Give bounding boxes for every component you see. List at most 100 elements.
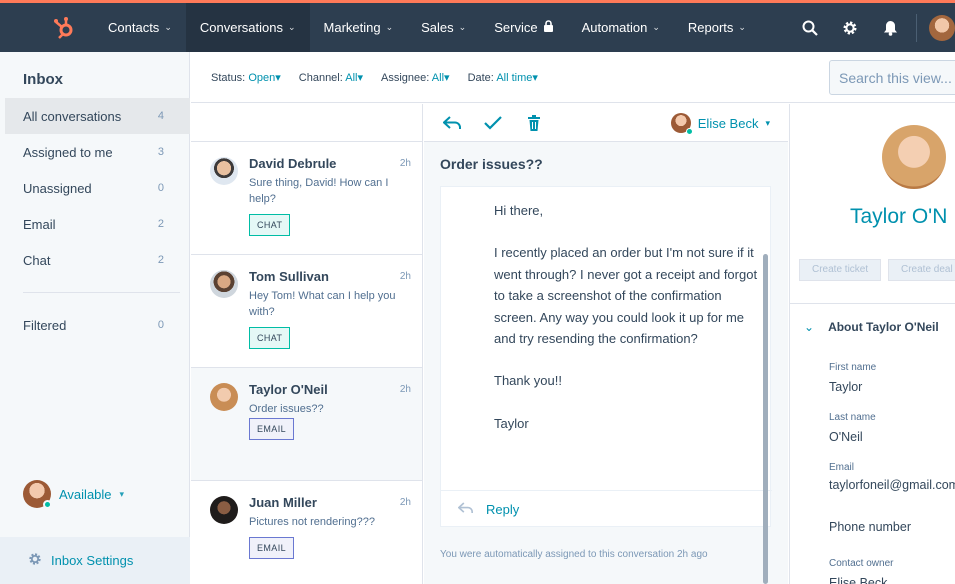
nav-marketing[interactable]: Marketing ⌄ <box>310 3 408 52</box>
last-name-value[interactable]: O'Neil <box>829 430 863 444</box>
view-label: All conversations <box>23 108 122 124</box>
chevron-down-icon: ⌄ <box>164 22 172 32</box>
conversation-time: 2h <box>399 158 411 169</box>
conversation-contact-name: David Debrule <box>249 156 337 171</box>
top-navigation: Contacts ⌄ Conversations ⌄ Marketing ⌄ S… <box>0 0 955 52</box>
inbox-settings-link[interactable]: Inbox Settings <box>0 537 190 584</box>
thread-scrollbar[interactable] <box>763 254 768 584</box>
available-status-dot <box>685 128 693 135</box>
field-label: Contact owner <box>829 558 894 569</box>
checkmark-icon[interactable] <box>483 113 503 133</box>
contact-owner-value[interactable]: Elise Beck <box>829 576 887 584</box>
conversation-list-header <box>191 104 422 142</box>
conversation-preview: Sure thing, David! How can I help? <box>249 177 389 205</box>
conversation-item[interactable]: David Debrule 2h Sure thing, David! How … <box>191 142 422 255</box>
search-icon[interactable] <box>790 3 830 52</box>
create-deal-button[interactable]: Create deal <box>888 259 955 281</box>
agent-avatar <box>23 480 52 509</box>
phone-number-label[interactable]: Phone number <box>829 520 911 534</box>
availability-label: Available <box>59 486 112 502</box>
about-section-toggle[interactable]: ⌄ About Taylor O'Neil <box>804 320 939 334</box>
create-ticket-button[interactable]: Create ticket <box>799 259 882 281</box>
conversation-thread: Elise Beck ▾ Order issues?? Hi there, I … <box>424 104 788 584</box>
status-filter[interactable]: Status: Open▾ <box>211 71 281 84</box>
view-count: 0 <box>157 182 164 194</box>
email-value[interactable]: taylorfoneil@gmail.com <box>829 478 955 492</box>
thread-subject: Order issues?? <box>440 156 543 172</box>
main-menu: Contacts ⌄ Conversations ⌄ Marketing ⌄ S… <box>94 3 760 52</box>
gear-icon <box>28 552 42 569</box>
contact-sidebar: Taylor O'N Create ticket Create deal ⌄ A… <box>789 104 955 584</box>
caret-down-icon: ▾ <box>275 71 281 84</box>
filter-label: Date: <box>467 71 494 84</box>
assignee-filter[interactable]: Assignee: All▾ <box>381 71 450 84</box>
assignee-selector[interactable]: Elise Beck ▾ <box>670 113 770 135</box>
view-all-conversations[interactable]: All conversations 4 <box>5 98 190 134</box>
view-label: Assigned to me <box>23 144 113 160</box>
conversation-contact-name: Juan Miller <box>249 495 317 510</box>
date-filter[interactable]: Date: All time▾ <box>468 71 538 84</box>
conversation-item[interactable]: Tom Sullivan 2h Hey Tom! What can I help… <box>191 255 422 368</box>
inbox-title: Inbox <box>23 71 63 88</box>
nav-reports-label: Reports <box>687 20 734 35</box>
field-label: Email <box>829 462 855 473</box>
nav-conversations[interactable]: Conversations ⌄ <box>185 3 310 52</box>
conversation-time: 2h <box>399 497 411 508</box>
hubspot-logo-icon[interactable] <box>36 3 92 52</box>
conversation-item[interactable]: Juan Miller 2h Pictures not rendering???… <box>191 481 422 584</box>
caret-down-icon: ▾ <box>444 71 450 84</box>
channel-badge: EMAIL <box>249 418 295 440</box>
channel-badge: EMAIL <box>249 537 295 559</box>
available-status-dot <box>43 500 52 509</box>
availability-toggle[interactable]: Available ▾ <box>23 480 124 509</box>
view-count: 4 <box>157 110 164 122</box>
first-name-value[interactable]: Taylor <box>829 380 862 394</box>
conversation-contact-name: Tom Sullivan <box>249 269 329 284</box>
view-count: 0 <box>157 319 164 331</box>
view-count: 2 <box>157 254 164 266</box>
conversation-time: 2h <box>399 384 411 395</box>
trash-icon[interactable] <box>524 113 544 133</box>
nav-reports[interactable]: Reports ⌄ <box>674 3 760 52</box>
view-filtered[interactable]: Filtered 0 <box>5 307 190 343</box>
view-label: Unassigned <box>23 180 92 196</box>
filter-value: All time <box>496 71 533 84</box>
reply-button[interactable]: Reply <box>441 490 772 528</box>
assignee-avatar <box>670 113 693 135</box>
user-avatar[interactable] <box>929 14 955 41</box>
contact-avatar <box>210 270 238 298</box>
conversation-preview: Hey Tom! What can I help you with? <box>249 290 396 318</box>
field-label: First name <box>829 362 877 373</box>
assignee-name: Elise Beck <box>697 115 759 131</box>
about-heading: About Taylor O'Neil <box>828 320 939 334</box>
nav-sales[interactable]: Sales ⌄ <box>407 3 480 52</box>
view-assigned-to-me[interactable]: Assigned to me 3 <box>5 134 190 170</box>
bell-icon[interactable] <box>870 3 910 52</box>
view-label: Filtered <box>23 317 67 333</box>
inbox-views: All conversations 4 Assigned to me 3 Una… <box>5 98 190 343</box>
nav-divider <box>916 13 917 42</box>
conversation-item[interactable]: Taylor O'Neil 2h Order issues?? EMAIL <box>191 368 422 481</box>
gear-icon[interactable] <box>830 3 870 52</box>
inbox-sidebar: Inbox All conversations 4 Assigned to me… <box>0 52 190 584</box>
view-email[interactable]: Email 2 <box>5 206 190 242</box>
message-paragraph: Thank you!! <box>494 373 562 389</box>
assignment-note: You were automatically assigned to this … <box>440 549 708 560</box>
filter-value: Open <box>248 71 276 84</box>
caret-down-icon: ▾ <box>357 71 364 84</box>
nav-automation[interactable]: Automation ⌄ <box>568 3 674 52</box>
nav-service[interactable]: Service <box>480 3 567 52</box>
view-chat[interactable]: Chat 2 <box>5 242 190 278</box>
chevron-down-icon: ⌄ <box>738 22 746 32</box>
filter-value: All <box>431 71 445 84</box>
search-input[interactable]: Search this view... <box>829 60 955 95</box>
nav-contacts-label: Contacts <box>108 20 160 35</box>
chevron-down-icon: ⌄ <box>458 22 467 32</box>
filter-label: Assignee: <box>381 71 430 84</box>
channel-filter[interactable]: Channel: All▾ <box>299 71 363 84</box>
nav-contacts[interactable]: Contacts ⌄ <box>94 3 186 52</box>
reply-arrow-icon[interactable] <box>442 113 462 133</box>
view-unassigned[interactable]: Unassigned 0 <box>5 170 190 206</box>
chevron-down-icon: ⌄ <box>287 22 296 32</box>
contact-name: Taylor O'N <box>850 205 948 228</box>
